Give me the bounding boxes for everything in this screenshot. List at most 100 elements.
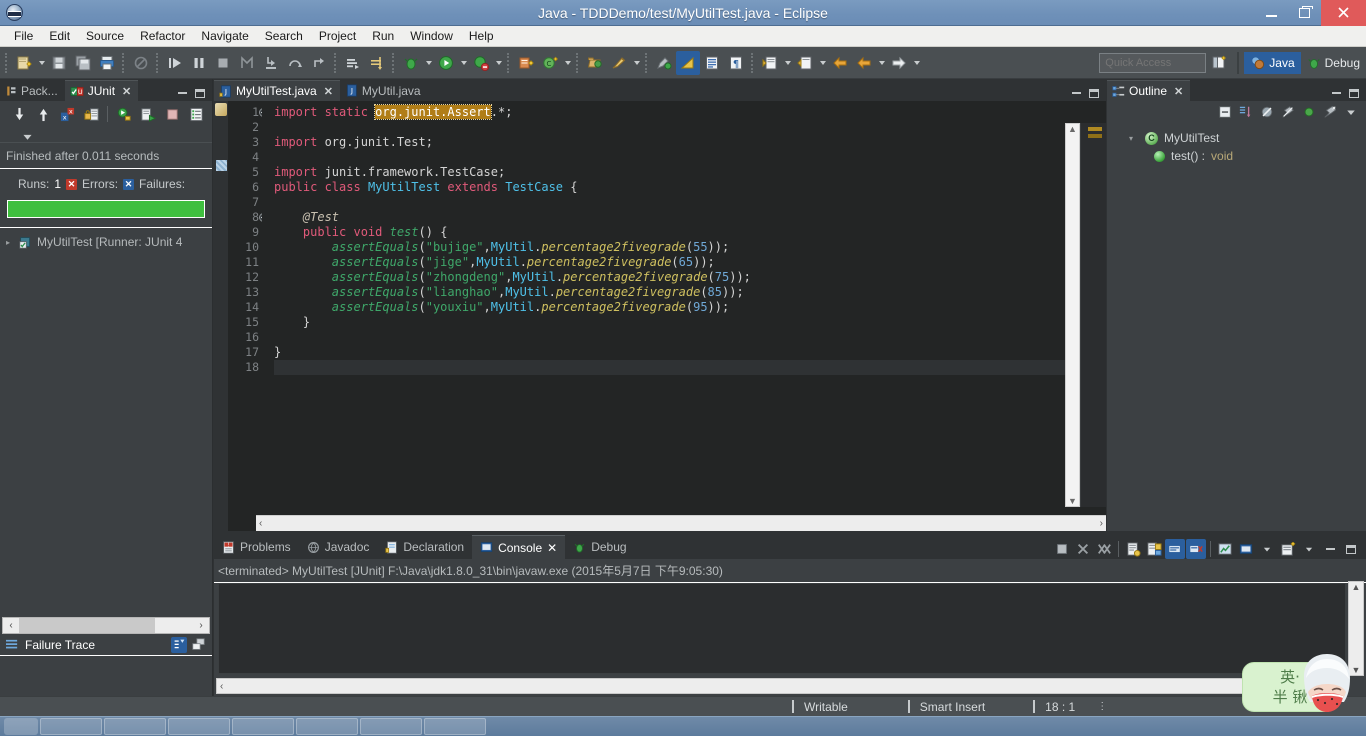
next-annotation-dropdown[interactable] (782, 51, 793, 75)
previous-annotation-icon[interactable] (793, 51, 817, 75)
new-class-dropdown[interactable] (562, 51, 573, 75)
junit-scroll-track[interactable] (19, 618, 193, 633)
editor-overview-ruler[interactable] (1080, 123, 1106, 507)
run-icon[interactable] (434, 51, 458, 75)
code-line[interactable]: assertEquals("lianghao",MyUtil.percentag… (274, 285, 1106, 300)
taskbar-item[interactable] (232, 718, 294, 735)
forward-icon[interactable] (887, 51, 911, 75)
show-whitespace-icon[interactable]: ¶ (724, 51, 748, 75)
terminate-icon[interactable] (211, 51, 235, 75)
save-all-icon[interactable] (71, 51, 95, 75)
back-arrow-icon[interactable] (852, 51, 876, 75)
scroll-lock-icon[interactable] (1165, 539, 1185, 559)
junit-horizontal-scrollbar[interactable]: ‹ › (2, 617, 210, 634)
test-run-history-icon[interactable] (185, 104, 207, 124)
code-line[interactable]: import org.junit.Test; (274, 135, 1106, 150)
scroll-right-icon[interactable]: › (1100, 518, 1103, 529)
lock-scroll-icon[interactable] (80, 104, 102, 124)
outline-view-menu-icon[interactable] (1342, 103, 1360, 121)
search-dropdown[interactable] (631, 51, 642, 75)
tab-console-close-icon[interactable]: ✕ (547, 541, 557, 555)
tab-myutiltest-java[interactable]: J MyUtilTest.java ✕ (214, 80, 340, 101)
open-perspective-icon[interactable] (1206, 51, 1232, 75)
status-more-icon[interactable]: ⋮ (1097, 701, 1108, 711)
scroll-left-icon[interactable]: ‹ (259, 518, 262, 529)
show-console-on-output-icon[interactable] (1123, 539, 1143, 559)
open-console-icon[interactable] (1236, 539, 1256, 559)
code-line[interactable]: @Test (274, 210, 1106, 225)
console-output-area[interactable] (218, 583, 1346, 674)
new-java-project-icon[interactable] (514, 51, 538, 75)
debug-dropdown[interactable] (423, 51, 434, 75)
step-into-icon[interactable] (259, 51, 283, 75)
sort-icon[interactable] (1237, 103, 1255, 121)
taskbar-item[interactable] (360, 718, 422, 735)
copy-trace-icon[interactable] (190, 637, 206, 653)
console-maximize-button[interactable] (1341, 539, 1361, 559)
outline-maximize-button[interactable] (1346, 85, 1362, 101)
perspective-debug[interactable]: Debug (1301, 52, 1366, 74)
clear-console-icon[interactable] (1186, 539, 1206, 559)
junit-view-menu-icon[interactable] (16, 126, 38, 146)
forward-dropdown[interactable] (911, 51, 922, 75)
code-line[interactable] (274, 150, 1106, 165)
junit-scroll-thumb[interactable] (19, 618, 155, 633)
remove-all-terminated-icon[interactable] (1094, 539, 1114, 559)
show-failures-only-icon[interactable]: xx (56, 104, 78, 124)
minimize-button[interactable] (1255, 0, 1288, 26)
expand-arrow-icon[interactable]: ▸ (6, 238, 14, 247)
code-line[interactable]: assertEquals("youxiu",MyUtil.percentage2… (274, 300, 1106, 315)
filter-stack-trace-icon[interactable] (171, 636, 187, 653)
code-line[interactable] (274, 330, 1106, 345)
tab-javadoc[interactable]: Javadoc (299, 535, 378, 559)
terminate-icon[interactable] (1052, 539, 1072, 559)
hide-local-types-icon[interactable] (1321, 103, 1339, 121)
scroll-left-icon[interactable]: ‹ (220, 681, 223, 692)
next-annotation-icon[interactable] (758, 51, 782, 75)
code-line[interactable]: assertEquals("jige",MyUtil.percentage2fi… (274, 255, 1106, 270)
outline-minimize-button[interactable] (1328, 85, 1344, 101)
console-horizontal-scrollbar[interactable]: ‹ › (216, 678, 1346, 694)
debug-icon[interactable] (399, 51, 423, 75)
tab-outline[interactable]: Outline ✕ (1107, 80, 1191, 101)
taskbar-item[interactable] (424, 718, 486, 735)
editor-annotation-ruler[interactable] (214, 101, 228, 531)
code-line[interactable]: } (274, 315, 1106, 330)
close-button[interactable] (1321, 0, 1366, 26)
menu-item-run[interactable]: Run (364, 27, 402, 46)
tab-problems[interactable]: ! Problems (214, 535, 299, 559)
new-wizard-icon[interactable] (12, 51, 36, 75)
scroll-right-icon[interactable]: › (193, 620, 209, 631)
step-return-icon[interactable] (307, 51, 331, 75)
run-external-tools-icon[interactable] (469, 51, 493, 75)
run-external-dropdown[interactable] (493, 51, 504, 75)
code-line[interactable]: public class MyUtilTest extends TestCase… (274, 180, 1106, 195)
junit-minimize-button[interactable] (174, 85, 190, 101)
rerun-failed-icon[interactable] (137, 104, 159, 124)
menu-item-refactor[interactable]: Refactor (132, 27, 193, 46)
tab-junit[interactable]: U JUnit ✕ (64, 80, 139, 101)
previous-failure-icon[interactable] (32, 104, 54, 124)
junit-maximize-button[interactable] (192, 85, 208, 101)
code-line[interactable]: assertEquals("zhongdeng",MyUtil.percenta… (274, 270, 1106, 285)
code-line[interactable] (274, 195, 1106, 210)
menu-item-file[interactable]: File (6, 27, 41, 46)
resume-icon[interactable] (163, 51, 187, 75)
scroll-left-icon[interactable]: ‹ (3, 620, 19, 631)
back-dropdown[interactable] (876, 51, 887, 75)
next-failure-icon[interactable] (8, 104, 30, 124)
toggle-mark-occurrences-icon[interactable] (676, 50, 700, 75)
taskbar-item[interactable] (104, 718, 166, 735)
last-edit-location-icon[interactable] (652, 51, 676, 75)
junit-tree-row[interactable]: ▸ MyUtilTest [Runner: JUnit 4 (0, 234, 212, 250)
ime-indicator[interactable]: 英· 半 锹 (1242, 652, 1358, 714)
save-icon[interactable] (47, 51, 71, 75)
new-wizard-dropdown[interactable] (36, 51, 47, 75)
remove-launch-icon[interactable] (1073, 539, 1093, 559)
code-line[interactable] (274, 120, 1106, 135)
suspend-icon[interactable] (187, 51, 211, 75)
display-selected-console-icon[interactable] (1215, 539, 1235, 559)
editor-code-area[interactable]: import static org.junit.Assert.*; import… (262, 101, 1106, 531)
code-line[interactable]: import static org.junit.Assert.*; (274, 104, 1106, 120)
run-dropdown[interactable] (458, 51, 469, 75)
